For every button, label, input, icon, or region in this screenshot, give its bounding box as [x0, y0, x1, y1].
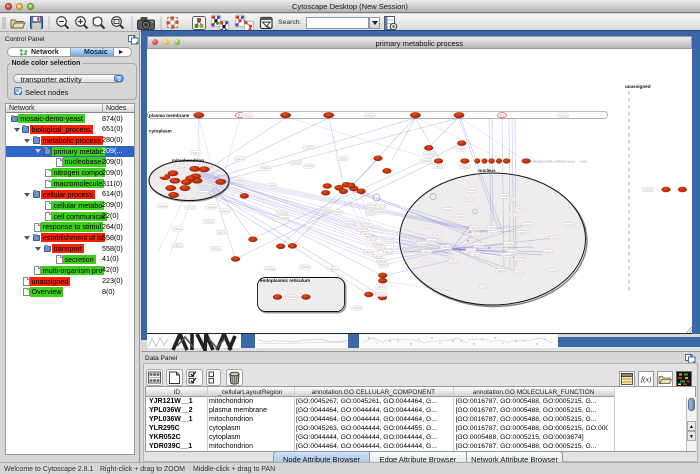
svg-text:Yxl012c: Yxl012c — [175, 164, 185, 168]
svg-text:Yxl012c: Yxl012c — [173, 227, 183, 231]
svg-text:Yxl012c: Yxl012c — [421, 159, 431, 163]
svg-text:Yxl012c: Yxl012c — [514, 270, 524, 274]
svg-text:Yxl012c: Yxl012c — [487, 226, 497, 230]
svg-text:Yxl012c: Yxl012c — [544, 250, 554, 254]
svg-text:Yxl012c: Yxl012c — [234, 178, 244, 182]
svg-text:Yxl012c: Yxl012c — [434, 165, 444, 169]
svg-text:Yxl012c: Yxl012c — [367, 237, 377, 241]
svg-text:Yxl012c: Yxl012c — [471, 252, 481, 256]
svg-text:Yxl012c: Yxl012c — [465, 198, 475, 202]
svg-text:Yxl012c: Yxl012c — [365, 212, 375, 216]
svg-text:endoplasmic reticulum: endoplasmic reticulum — [260, 278, 310, 283]
svg-text:Yxl012c: Yxl012c — [449, 259, 459, 263]
svg-text:Yxl012c: Yxl012c — [422, 250, 432, 254]
svg-text:Yxl012c: Yxl012c — [155, 173, 165, 177]
svg-text:Yxl012c: Yxl012c — [204, 220, 214, 224]
svg-text:Yxl012c: Yxl012c — [364, 223, 374, 227]
svg-text:Yxl012c: Yxl012c — [158, 204, 168, 208]
svg-text:Yxl012c: Yxl012c — [488, 231, 498, 235]
svg-text:Yxl012c: Yxl012c — [300, 265, 310, 269]
svg-text:Yxl012c: Yxl012c — [365, 113, 375, 117]
svg-text:Yxl012c: Yxl012c — [427, 239, 437, 243]
svg-text:Yxl012c: Yxl012c — [643, 188, 653, 192]
svg-text:Yxl012c: Yxl012c — [441, 245, 451, 249]
svg-text:Yxl012c: Yxl012c — [358, 227, 368, 231]
svg-text:Yxl012c: Yxl012c — [377, 285, 387, 289]
svg-text:Yxl012c: Yxl012c — [455, 215, 465, 219]
svg-text:Yxl012c: Yxl012c — [235, 157, 245, 161]
svg-text:Yxl012c: Yxl012c — [423, 259, 433, 263]
svg-text:Yxl012c: Yxl012c — [211, 247, 221, 251]
svg-text:Yxl012c: Yxl012c — [424, 152, 434, 156]
svg-text:Yxl012c: Yxl012c — [265, 267, 275, 271]
svg-text:Yxl012c: Yxl012c — [377, 259, 387, 263]
svg-text:Yxl012c: Yxl012c — [376, 205, 386, 209]
svg-text:Yxl012c: Yxl012c — [304, 146, 314, 150]
svg-text:Yxl012c: Yxl012c — [499, 194, 509, 198]
svg-text:Yxl012c: Yxl012c — [304, 164, 314, 168]
svg-text:mitochondrion: mitochondrion — [172, 158, 204, 163]
svg-text:Yxl012c: Yxl012c — [564, 223, 574, 227]
svg-text:Yxl012c: Yxl012c — [361, 232, 371, 236]
svg-text:Yxl012c: Yxl012c — [504, 242, 514, 246]
svg-text:Yxl012c: Yxl012c — [517, 231, 527, 235]
svg-text:Yxl012c: Yxl012c — [373, 254, 383, 258]
svg-text:unassigned: unassigned — [625, 84, 651, 89]
svg-text:Yxl012c: Yxl012c — [206, 205, 216, 209]
svg-text:Yxl012c: Yxl012c — [376, 246, 386, 250]
svg-text:Yxl012c: Yxl012c — [377, 292, 387, 296]
svg-text:Yxl012c: Yxl012c — [337, 156, 347, 160]
svg-text:Yxl012c: Yxl012c — [460, 165, 470, 169]
svg-text:Yxl012c: Yxl012c — [198, 191, 208, 195]
svg-text:Yxl012c: Yxl012c — [550, 236, 560, 240]
svg-text:Yxl012c: Yxl012c — [321, 208, 331, 212]
svg-text:Yxl012c: Yxl012c — [217, 230, 227, 234]
svg-text:Yxl012c: Yxl012c — [291, 161, 301, 165]
svg-text:plasma membrane: plasma membrane — [149, 113, 190, 118]
svg-text:Yxl012c: Yxl012c — [471, 232, 481, 236]
svg-text:Yxl012c: Yxl012c — [515, 256, 525, 260]
svg-text:Yxl012c: Yxl012c — [185, 206, 195, 210]
svg-text:Yxl012c: Yxl012c — [352, 306, 362, 310]
svg-text:Yxl012c: Yxl012c — [333, 210, 343, 214]
svg-text:nucleus: nucleus — [478, 168, 496, 173]
svg-text:Yxl012c: Yxl012c — [287, 295, 297, 299]
svg-text:Yxl012c: Yxl012c — [220, 209, 230, 213]
svg-text:Yxl012c: Yxl012c — [548, 269, 558, 273]
svg-text:Yxl012c: Yxl012c — [277, 211, 287, 215]
svg-text:Yxl012c: Yxl012c — [417, 242, 427, 246]
svg-text:Yxl012c: Yxl012c — [466, 248, 476, 252]
svg-text:Yxl012c: Yxl012c — [480, 285, 490, 289]
svg-text:Yxl012c: Yxl012c — [346, 222, 356, 226]
svg-text:Yxl012c: Yxl012c — [328, 267, 338, 271]
svg-text:Yxl012c: Yxl012c — [173, 244, 183, 248]
svg-text:Yxl012c: Yxl012c — [279, 216, 289, 220]
svg-text:Yxl012c: Yxl012c — [383, 250, 393, 254]
svg-text:Yxl012c: Yxl012c — [558, 113, 568, 117]
svg-text:Yxl012c: Yxl012c — [422, 225, 432, 229]
svg-text:f(x): f(x) — [641, 375, 652, 384]
svg-text:Yxl012c: Yxl012c — [457, 147, 467, 151]
svg-text:Yxl012c: Yxl012c — [261, 166, 271, 170]
svg-text:Yxl012c: Yxl012c — [433, 233, 443, 237]
svg-text:Yxl012c: Yxl012c — [509, 214, 519, 218]
svg-text:Yxl012c: Yxl012c — [466, 188, 476, 192]
svg-text:Yxl012c: Yxl012c — [364, 250, 374, 254]
svg-text:Yxl02: Yxl02 — [580, 159, 587, 163]
svg-text:Yxl012c: Yxl012c — [523, 223, 533, 227]
svg-text:Yxl012c: Yxl012c — [496, 269, 506, 273]
svg-text:Yxl012c: Yxl012c — [242, 113, 252, 117]
svg-text:Yxl012c: Yxl012c — [442, 208, 452, 212]
svg-text:Yxl012c: Yxl012c — [474, 243, 484, 247]
svg-text:cytoplasm: cytoplasm — [149, 129, 172, 134]
svg-text:YxR002wYxL041cYxR003wYxL0c2: YxR002wYxL041cYxR003wYxL0c2 — [531, 159, 576, 163]
svg-text:Yxl012c: Yxl012c — [503, 253, 513, 257]
svg-text:Yxl012c: Yxl012c — [191, 151, 201, 155]
svg-text:Yxl012c: Yxl012c — [379, 263, 389, 267]
svg-text:Yxl012c: Yxl012c — [267, 184, 277, 188]
svg-text:Yxl012c: Yxl012c — [515, 207, 525, 211]
svg-text:Yxl012c: Yxl012c — [384, 240, 394, 244]
svg-text:[x..]: [x..] — [500, 113, 504, 117]
svg-text:Yxl012c: Yxl012c — [469, 226, 479, 230]
